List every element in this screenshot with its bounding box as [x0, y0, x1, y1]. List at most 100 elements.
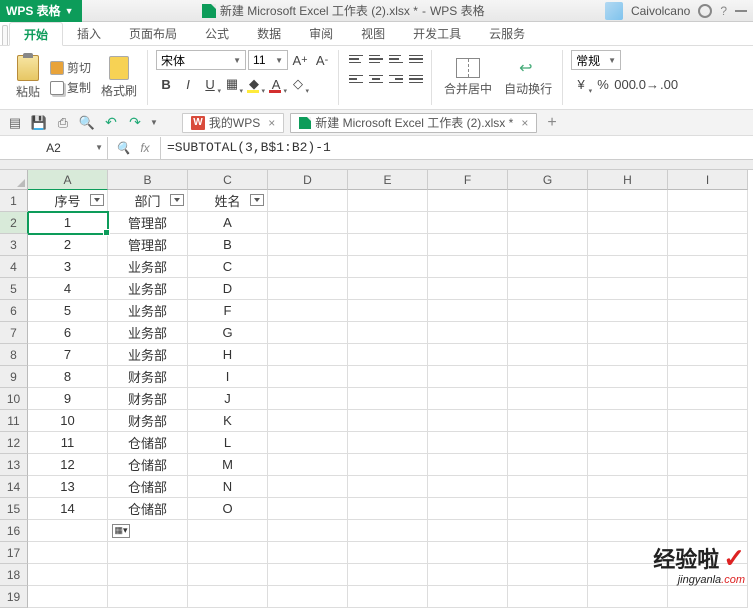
cell[interactable] — [268, 278, 348, 300]
select-all-corner[interactable] — [0, 170, 28, 190]
cell[interactable] — [268, 388, 348, 410]
row-header[interactable]: 5 — [0, 278, 28, 300]
cell[interactable]: 财务部 — [108, 410, 188, 432]
cell[interactable]: 财务部 — [108, 366, 188, 388]
cell[interactable] — [428, 432, 508, 454]
cell[interactable] — [508, 366, 588, 388]
align-middle[interactable] — [367, 50, 385, 68]
cell[interactable] — [428, 454, 508, 476]
bold-button[interactable]: B — [156, 74, 176, 94]
cell[interactable] — [268, 542, 348, 564]
cell[interactable] — [428, 498, 508, 520]
cell[interactable] — [348, 278, 428, 300]
cell[interactable]: H — [188, 344, 268, 366]
column-header-C[interactable]: C — [188, 170, 268, 190]
cell[interactable]: 8 — [28, 366, 108, 388]
cell[interactable]: L — [188, 432, 268, 454]
indent-increase[interactable] — [407, 70, 425, 88]
cell[interactable] — [348, 388, 428, 410]
cell[interactable] — [508, 476, 588, 498]
cell[interactable] — [668, 454, 748, 476]
cell[interactable] — [428, 476, 508, 498]
cell[interactable] — [348, 322, 428, 344]
align-right[interactable] — [387, 70, 405, 88]
cell[interactable]: B — [188, 234, 268, 256]
cell[interactable] — [668, 190, 748, 212]
tab-data[interactable]: 数据 — [243, 21, 295, 45]
cell[interactable] — [428, 410, 508, 432]
cell[interactable]: 4 — [28, 278, 108, 300]
cell[interactable] — [348, 366, 428, 388]
cell[interactable] — [108, 542, 188, 564]
cell[interactable] — [668, 586, 748, 608]
cell[interactable] — [348, 344, 428, 366]
cell[interactable] — [428, 564, 508, 586]
cell[interactable]: 9 — [28, 388, 108, 410]
row-header[interactable]: 10 — [0, 388, 28, 410]
username[interactable]: Caivolcano — [631, 4, 690, 18]
column-header-G[interactable]: G — [508, 170, 588, 190]
font-family-select[interactable]: 宋体▼ — [156, 50, 246, 70]
row-header[interactable]: 15 — [0, 498, 28, 520]
cell[interactable] — [588, 388, 668, 410]
cell[interactable]: 1 — [28, 212, 108, 234]
cell[interactable] — [508, 190, 588, 212]
row-header[interactable]: 16 — [0, 520, 28, 542]
row-header[interactable]: 4 — [0, 256, 28, 278]
cell[interactable] — [588, 520, 668, 542]
cell[interactable] — [268, 564, 348, 586]
cell[interactable]: 仓储部 — [108, 454, 188, 476]
cell[interactable] — [428, 300, 508, 322]
increase-decimal[interactable]: .0→ — [637, 74, 657, 94]
cell[interactable]: N — [188, 476, 268, 498]
cell[interactable] — [268, 454, 348, 476]
cell[interactable] — [508, 454, 588, 476]
cell[interactable]: O — [188, 498, 268, 520]
cell[interactable] — [588, 432, 668, 454]
undo-button[interactable]: ↶ — [102, 114, 120, 132]
borders-button[interactable]: ▦▾ — [222, 74, 242, 94]
cell[interactable] — [268, 476, 348, 498]
cell[interactable] — [588, 498, 668, 520]
row-header[interactable]: 9 — [0, 366, 28, 388]
app-menu[interactable]: WPS 表格 ▼ — [0, 0, 82, 22]
cell[interactable]: 7 — [28, 344, 108, 366]
column-header-A[interactable]: A — [28, 170, 108, 190]
wrap-button[interactable]: 自动换行 — [500, 56, 556, 99]
cell[interactable] — [268, 432, 348, 454]
cell[interactable] — [268, 366, 348, 388]
cell[interactable] — [268, 190, 348, 212]
name-box[interactable]: A2 ▼ — [0, 137, 108, 159]
cell[interactable] — [428, 256, 508, 278]
cell[interactable] — [268, 212, 348, 234]
tab-view[interactable]: 视图 — [347, 21, 399, 45]
tab-home[interactable]: 开始 — [9, 22, 63, 46]
cell[interactable] — [668, 278, 748, 300]
row-header[interactable]: 18 — [0, 564, 28, 586]
cell[interactable] — [428, 212, 508, 234]
cell[interactable]: G — [188, 322, 268, 344]
cell[interactable]: J — [188, 388, 268, 410]
font-size-select[interactable]: 11▼ — [248, 50, 288, 70]
cell[interactable] — [348, 498, 428, 520]
number-format-select[interactable]: 常规▼ — [571, 50, 621, 70]
cell[interactable] — [28, 586, 108, 608]
cell[interactable]: 3 — [28, 256, 108, 278]
cell[interactable] — [28, 520, 108, 542]
cell[interactable] — [668, 300, 748, 322]
cell[interactable]: A — [188, 212, 268, 234]
cell[interactable] — [668, 432, 748, 454]
cell[interactable]: 业务部 — [108, 256, 188, 278]
tab-mywps[interactable]: W 我的WPS × — [182, 113, 284, 133]
cell[interactable] — [508, 256, 588, 278]
cell[interactable] — [428, 278, 508, 300]
help-icon[interactable]: ? — [720, 4, 727, 18]
filter-button[interactable] — [170, 194, 184, 206]
cell[interactable]: 12 — [28, 454, 108, 476]
cell[interactable] — [508, 344, 588, 366]
insert-function-button[interactable]: 🔍 — [114, 139, 132, 157]
column-header-I[interactable]: I — [668, 170, 748, 190]
header-cell[interactable]: 部门 — [108, 190, 188, 212]
cell[interactable]: D — [188, 278, 268, 300]
cell[interactable] — [588, 190, 668, 212]
